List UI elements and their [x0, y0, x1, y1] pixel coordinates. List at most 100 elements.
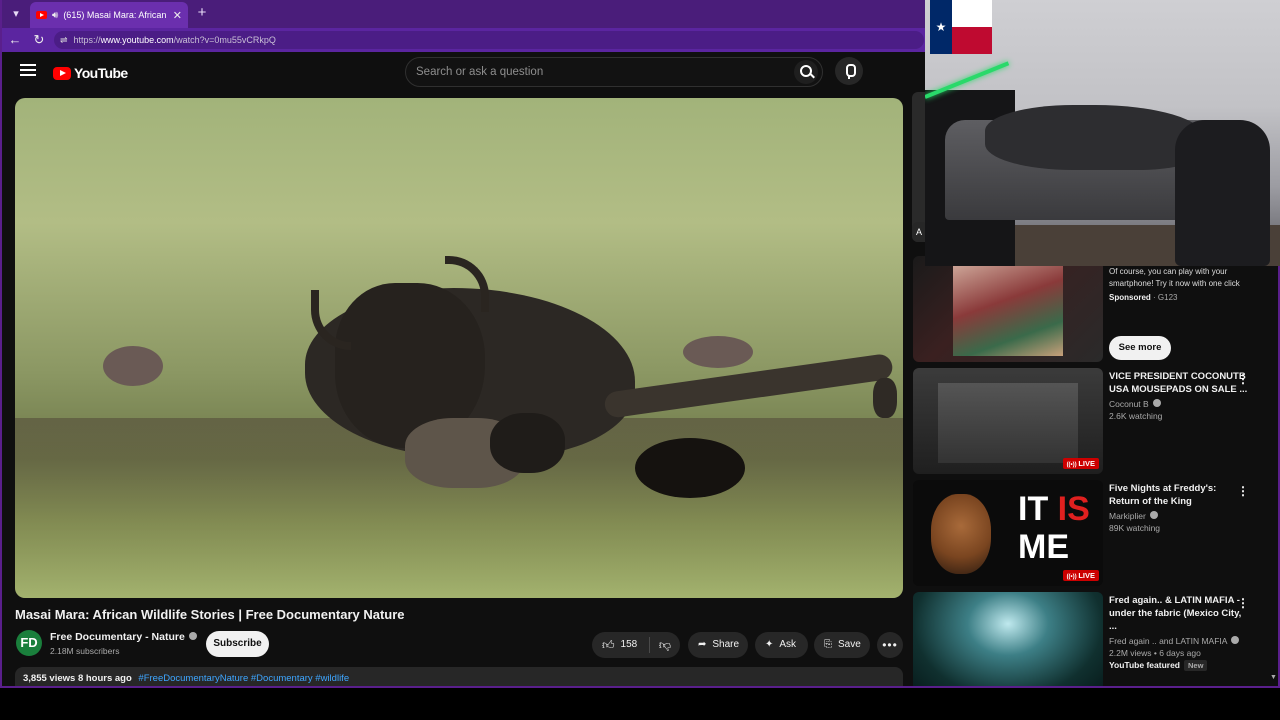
youtube-play-icon [53, 66, 71, 80]
channel-name[interactable]: Markiplier [1109, 511, 1146, 521]
back-arrow-icon[interactable]: ← [6, 31, 24, 49]
video-frame-rock [103, 346, 163, 386]
webcam-overlay [925, 0, 1280, 266]
video-title: Masai Mara: African Wildlife Stories | F… [15, 607, 405, 622]
verified-icon [1149, 511, 1158, 519]
more-options-icon[interactable]: ⋮ [1237, 484, 1249, 498]
freddy-image [931, 494, 991, 574]
video-title-link[interactable]: Five Nights at Freddy's: Return of the K… [1109, 482, 1249, 508]
channel-avatar[interactable]: FD [16, 630, 42, 656]
ask-button[interactable]: ✦ Ask [755, 632, 808, 658]
thumbnail-artwork [938, 383, 1078, 463]
save-label: Save [838, 639, 861, 650]
youtube-logo-text: YouTube [74, 65, 128, 81]
sponsored-line: Sponsored · G123 [1109, 293, 1249, 302]
thumbnail-text-it: IT [1018, 490, 1058, 528]
list-item[interactable]: Fred again.. & LATIN MAFIA - under the f… [913, 592, 1273, 686]
wildebeest-horn [445, 256, 489, 312]
tab-list-icon[interactable]: ▾ [6, 4, 26, 24]
speaker-icon[interactable]: 🔊︎ [52, 10, 58, 21]
like-count: 158 [620, 639, 638, 650]
list-item[interactable]: IT ISME LIVE Five Nights at Freddy's: Re… [913, 480, 1273, 588]
site-info-icon[interactable]: ⇌ [60, 35, 68, 46]
wildebeest-muzzle [490, 413, 565, 473]
video-frame-rock [683, 336, 753, 368]
verified-icon [1152, 399, 1161, 407]
subscribe-button[interactable]: Subscribe [206, 631, 269, 657]
share-label: Share [712, 639, 740, 650]
channel-name-row: Markiplier [1109, 511, 1249, 521]
list-item[interactable]: LIVE VICE PRESIDENT COCONUTB USA MOUSEPA… [913, 368, 1273, 476]
sponsored-label: Sponsored [1109, 293, 1151, 302]
channel-name-row: Coconut B [1109, 399, 1249, 409]
new-tab-button[interactable]: + [194, 4, 210, 24]
video-thumbnail[interactable]: LIVE [913, 368, 1103, 474]
more-actions-button[interactable]: ••• [877, 632, 903, 658]
watching-count: 2.6K watching [1109, 411, 1163, 421]
url-domain: www.youtube.com [100, 35, 174, 45]
video-meta: VICE PRESIDENT COCONUTB USA MOUSEPADS ON… [1109, 370, 1249, 421]
scroll-down-arrow-icon[interactable]: ▼ [1270, 674, 1277, 681]
menu-icon[interactable] [20, 64, 36, 78]
video-player[interactable] [15, 98, 903, 598]
more-options-icon[interactable]: ⋮ [1237, 372, 1249, 386]
more-options-icon[interactable]: ⋮ [1237, 596, 1249, 610]
sparkle-icon: ✦ [765, 639, 774, 650]
reload-icon[interactable]: ↻ [30, 31, 48, 49]
save-button[interactable]: ⎘ Save [814, 632, 870, 658]
video-thumbnail[interactable] [913, 592, 1103, 686]
tab-title: (615) Masai Mara: African Wil [63, 10, 167, 20]
sponsored-card[interactable]: Of course, you can play with your smartp… [913, 256, 1273, 364]
wildebeest-hoof [873, 378, 897, 418]
dislike-button[interactable]: 👎︎ [650, 632, 680, 658]
like-button[interactable]: 👍︎ 158 [592, 637, 650, 653]
subscriber-count: 2.18M subscribers [50, 646, 120, 656]
close-tab-icon[interactable]: ✕ [173, 9, 182, 22]
thumbs-down-icon: 👎︎ [658, 638, 672, 652]
webcam-blanket [985, 105, 1205, 170]
wildebeest-tail [635, 438, 745, 498]
ad-artwork [953, 256, 1063, 356]
thumbnail-text: IT IS ME [1018, 490, 1090, 566]
share-button[interactable]: ➦ Share [688, 632, 748, 658]
video-meta: Five Nights at Freddy's: Return of the K… [1109, 482, 1249, 533]
verified-icon [1231, 636, 1240, 644]
youtube-logo[interactable]: YouTube [53, 65, 128, 81]
upload-age: 8 hours ago [77, 673, 132, 684]
featured-row: YouTube featured New [1109, 660, 1249, 671]
see-more-button[interactable]: See more [1109, 336, 1171, 360]
url-field[interactable]: ⇌ https://www.youtube.com/watch?v=0mu55v… [54, 31, 924, 49]
url-scheme: https:// [73, 35, 101, 45]
channel-name[interactable]: Coconut B [1109, 399, 1149, 409]
search-bar [405, 57, 823, 87]
texas-flag-image [930, 0, 992, 54]
ad-meta: Of course, you can play with your smartp… [1109, 266, 1249, 302]
bookmark-icon: ⎘ [824, 639, 832, 650]
url-path: /watch?v=0mu55vCRkpQ [173, 35, 276, 45]
video-title-link[interactable]: VICE PRESIDENT COCONUTB USA MOUSEPADS ON… [1109, 370, 1249, 396]
search-icon[interactable] [794, 60, 818, 84]
url-text: https://www.youtube.com/watch?v=0mu55vCR… [74, 35, 276, 45]
active-tab[interactable]: 🔊︎ (615) Masai Mara: African Wil ✕ [30, 2, 188, 28]
channel-name-row[interactable]: Free Documentary - Nature [50, 631, 197, 643]
ask-label: Ask [779, 639, 797, 650]
channel-name[interactable]: Free Documentary - Nature [50, 631, 185, 643]
view-count: 3,855 views [23, 673, 76, 684]
video-meta: Fred again.. & LATIN MAFIA - under the f… [1109, 594, 1249, 671]
featured-label: YouTube featured [1109, 660, 1180, 670]
video-thumbnail[interactable]: IT ISME LIVE [913, 480, 1103, 586]
wildebeest-leg [603, 352, 894, 419]
video-title-link[interactable]: Fred again.. & LATIN MAFIA - under the f… [1109, 594, 1249, 633]
search-input[interactable] [416, 64, 776, 80]
ad-description: Of course, you can play with your smartp… [1109, 267, 1240, 288]
ad-thumbnail[interactable] [913, 256, 1103, 362]
channel-name[interactable]: Fred again .. and LATIN MAFIA [1109, 636, 1227, 646]
microphone-icon[interactable] [835, 57, 863, 85]
new-badge: New [1184, 660, 1208, 671]
live-badge: LIVE [1062, 570, 1099, 581]
thumbnail-text-is: IS [1057, 490, 1090, 528]
thumbnail-text-me: ME [1018, 528, 1069, 566]
channel-name-row: Fred again .. and LATIN MAFIA [1109, 636, 1249, 646]
description-box[interactable]: 3,855 views 8 hours ago #FreeDocumentary… [15, 667, 903, 686]
hashtags[interactable]: #FreeDocumentaryNature #Documentary #wil… [138, 673, 349, 684]
